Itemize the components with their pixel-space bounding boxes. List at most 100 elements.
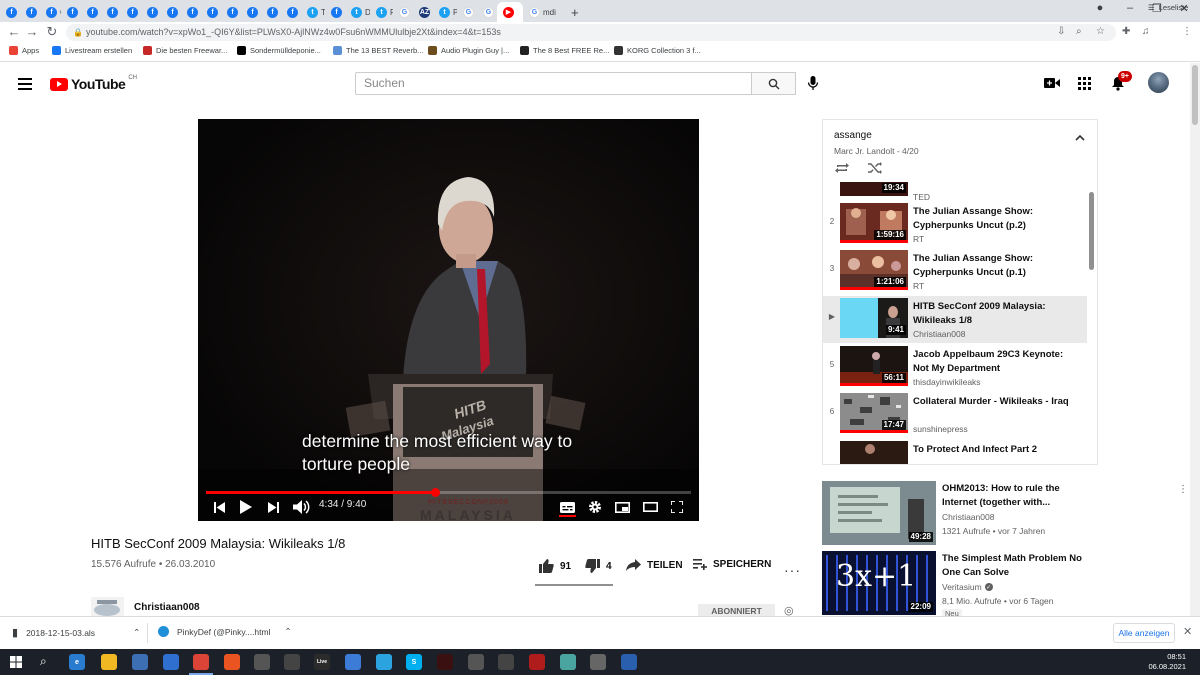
search-input[interactable]: Suchen xyxy=(355,72,752,95)
settings-gear-icon[interactable] xyxy=(585,497,605,517)
more-actions-icon[interactable]: ··· xyxy=(784,562,801,578)
dislike-button[interactable]: 4 xyxy=(585,559,612,573)
app-icon-4[interactable] xyxy=(529,654,545,670)
browser-tab[interactable]: tPink xyxy=(370,2,393,22)
chevron-up-icon[interactable]: ⌃ xyxy=(133,627,140,638)
next-icon[interactable] xyxy=(264,497,282,517)
search-taskbar-icon[interactable]: ⌕ xyxy=(40,654,47,669)
browser-tab[interactable]: Gso c xyxy=(477,2,497,22)
profile-menu-icon[interactable]: ● xyxy=(1088,2,1112,14)
channel-name[interactable]: Christiaan008 xyxy=(134,602,200,613)
app-icon-7[interactable] xyxy=(621,654,637,670)
zoom-icon[interactable]: ⌕ xyxy=(1076,26,1082,37)
search-button[interactable] xyxy=(751,72,796,95)
app-icon-2[interactable] xyxy=(437,654,453,670)
browser-tab[interactable]: f(1) F xyxy=(161,2,181,22)
volume-icon[interactable] xyxy=(290,497,312,517)
playlist-thumbnail[interactable]: 1:59:16 xyxy=(840,203,908,243)
channel-avatar[interactable] xyxy=(91,597,124,617)
video-thumbnail[interactable]: 49:28 xyxy=(822,481,936,545)
bookmark-item[interactable]: Die besten Freewar... xyxy=(143,46,227,55)
minimize-icon[interactable]: – xyxy=(1118,2,1142,14)
microphone-icon[interactable] xyxy=(807,75,819,91)
create-video-icon[interactable] xyxy=(1044,77,1060,89)
bookmark-star-icon[interactable]: ☆ xyxy=(1096,26,1105,37)
miniplayer-icon[interactable] xyxy=(612,497,632,517)
forward-arrow-icon[interactable]: → xyxy=(24,25,40,39)
close-downloads-icon[interactable]: ✕ xyxy=(1183,625,1192,638)
app-icon-1[interactable] xyxy=(254,654,270,670)
back-arrow-icon[interactable]: ← xyxy=(6,25,22,39)
store-icon[interactable] xyxy=(132,654,148,670)
new-tab-button[interactable]: + xyxy=(565,2,579,22)
browser-tab[interactable]: f(1) F xyxy=(81,2,101,22)
reload-icon[interactable]: ↻ xyxy=(44,25,60,39)
download-item-1[interactable]: ▮ 2018-12-15-03.als ⌃ xyxy=(12,626,140,639)
reading-list[interactable]: ☰ Leseliste xyxy=(1148,3,1188,12)
browser-tab[interactable]: f(1) C xyxy=(141,2,161,22)
playlist-item[interactable]: 3 1:21:06 The Julian Assange Show: Cypherp… xyxy=(823,248,1087,295)
subtitles-icon[interactable] xyxy=(557,497,577,517)
browser-tab[interactable]: AZKas xyxy=(413,2,433,22)
browser-tab[interactable]: fGru xyxy=(40,2,61,22)
playlist-item[interactable]: ▶ 9:41 HITB SecConf 2009 Malaysia: Wikilea… xyxy=(823,296,1087,343)
playlist-item[interactable]: 5 56:11 Jacob Appelbaum 29C3 Keynote: Not … xyxy=(823,344,1087,391)
download-item-2[interactable]: PinkyDef (@Pinky....html ⌃ xyxy=(158,626,292,637)
browser-tab[interactable]: Gwaf xyxy=(393,2,413,22)
extensions-icon[interactable]: ✚ xyxy=(1122,26,1130,37)
shuffle-icon[interactable] xyxy=(868,162,882,174)
playlist-item[interactable]: To Protect And Infect Part 2 xyxy=(823,439,1087,464)
previous-icon[interactable] xyxy=(210,497,228,517)
playlist-thumbnail[interactable]: 1:21:06 xyxy=(840,250,908,290)
live-icon[interactable]: Live xyxy=(314,654,330,670)
fullscreen-icon[interactable] xyxy=(667,497,687,517)
ubuntu-icon[interactable] xyxy=(224,654,240,670)
browser-tab[interactable]: ▶✕ xyxy=(497,2,523,22)
system-tray-icons[interactable] xyxy=(1120,657,1150,667)
playlist-title[interactable]: assange xyxy=(834,130,872,141)
browser-tab[interactable]: tTwe xyxy=(301,2,325,22)
page-scrollbar[interactable] xyxy=(1190,63,1200,616)
more-options-icon[interactable]: ⋮ xyxy=(1178,484,1188,495)
bookmark-item[interactable]: The 8 Best FREE Re... xyxy=(520,46,609,55)
inkscape-icon[interactable] xyxy=(284,654,300,670)
bookmark-item[interactable]: Audio Plugin Guy |... xyxy=(428,46,509,55)
apps-grid-icon[interactable] xyxy=(1078,77,1091,90)
browser-tab[interactable]: Gmdi xyxy=(523,2,561,22)
browser-tab[interactable]: f(3) F xyxy=(20,2,40,22)
playlist-thumbnail[interactable]: 9:41 xyxy=(840,298,908,338)
progress-bar[interactable] xyxy=(206,488,691,497)
media-icon[interactable]: ♫ xyxy=(1142,26,1150,37)
show-all-downloads-button[interactable]: Alle anzeigen xyxy=(1113,623,1175,643)
browser-tab[interactable]: f(1) C xyxy=(281,2,301,22)
playlist-item[interactable]: 19:34 TED xyxy=(823,182,1087,202)
recommended-video[interactable]: 49:28 OHM2013: How to rule the Internet (… xyxy=(822,481,1098,547)
url-field[interactable]: 🔒 youtube.com/watch?v=xpWo1_-QI6Y&list=P… xyxy=(66,24,1116,41)
scrubber-handle[interactable] xyxy=(430,488,440,497)
playlist-thumbnail[interactable]: 19:34 xyxy=(840,182,908,196)
loop-icon[interactable] xyxy=(835,162,849,174)
skype-icon[interactable]: S xyxy=(406,654,422,670)
browser-tab[interactable]: f(1) L xyxy=(325,2,345,22)
theater-mode-icon[interactable] xyxy=(640,497,660,517)
chrome-menu-icon[interactable]: ⋮ xyxy=(1182,26,1192,37)
chrome-icon[interactable] xyxy=(189,654,213,675)
browser-tab[interactable]: f(1) A xyxy=(121,2,141,22)
bookmark-item[interactable]: KORG Collection 3 f... xyxy=(614,46,701,55)
playlist-thumbnail[interactable] xyxy=(840,441,908,464)
youtube-logo[interactable]: YouTube CH xyxy=(50,75,137,92)
bookmark-item[interactable]: Livestream erstellen xyxy=(52,46,132,55)
browser-tab[interactable]: f(1) K xyxy=(101,2,121,22)
apps-bookmark[interactable]: Apps xyxy=(9,46,39,55)
browser-tab[interactable]: f(1) F xyxy=(201,2,221,22)
app-icon-3[interactable] xyxy=(498,654,514,670)
recommended-video[interactable]: 3x+1 22:09 The Simplest Math Problem No On… xyxy=(822,551,1098,619)
install-icon[interactable]: ⇩ xyxy=(1057,26,1065,37)
collapse-chevron-icon[interactable] xyxy=(1075,134,1085,141)
playlist-thumbnail[interactable]: 17:47 xyxy=(840,393,908,433)
playlist-item[interactable]: 6 17:47 Collateral Murder - Wikileaks - Ir… xyxy=(823,391,1087,438)
video-player[interactable]: HITB Malaysia HITBSECCONF2009 MALAYSIA d… xyxy=(198,119,699,521)
browser-tab[interactable]: f(1) C xyxy=(221,2,241,22)
hamburger-menu-icon[interactable] xyxy=(18,78,32,90)
playlist-thumbnail[interactable]: 56:11 xyxy=(840,346,908,386)
